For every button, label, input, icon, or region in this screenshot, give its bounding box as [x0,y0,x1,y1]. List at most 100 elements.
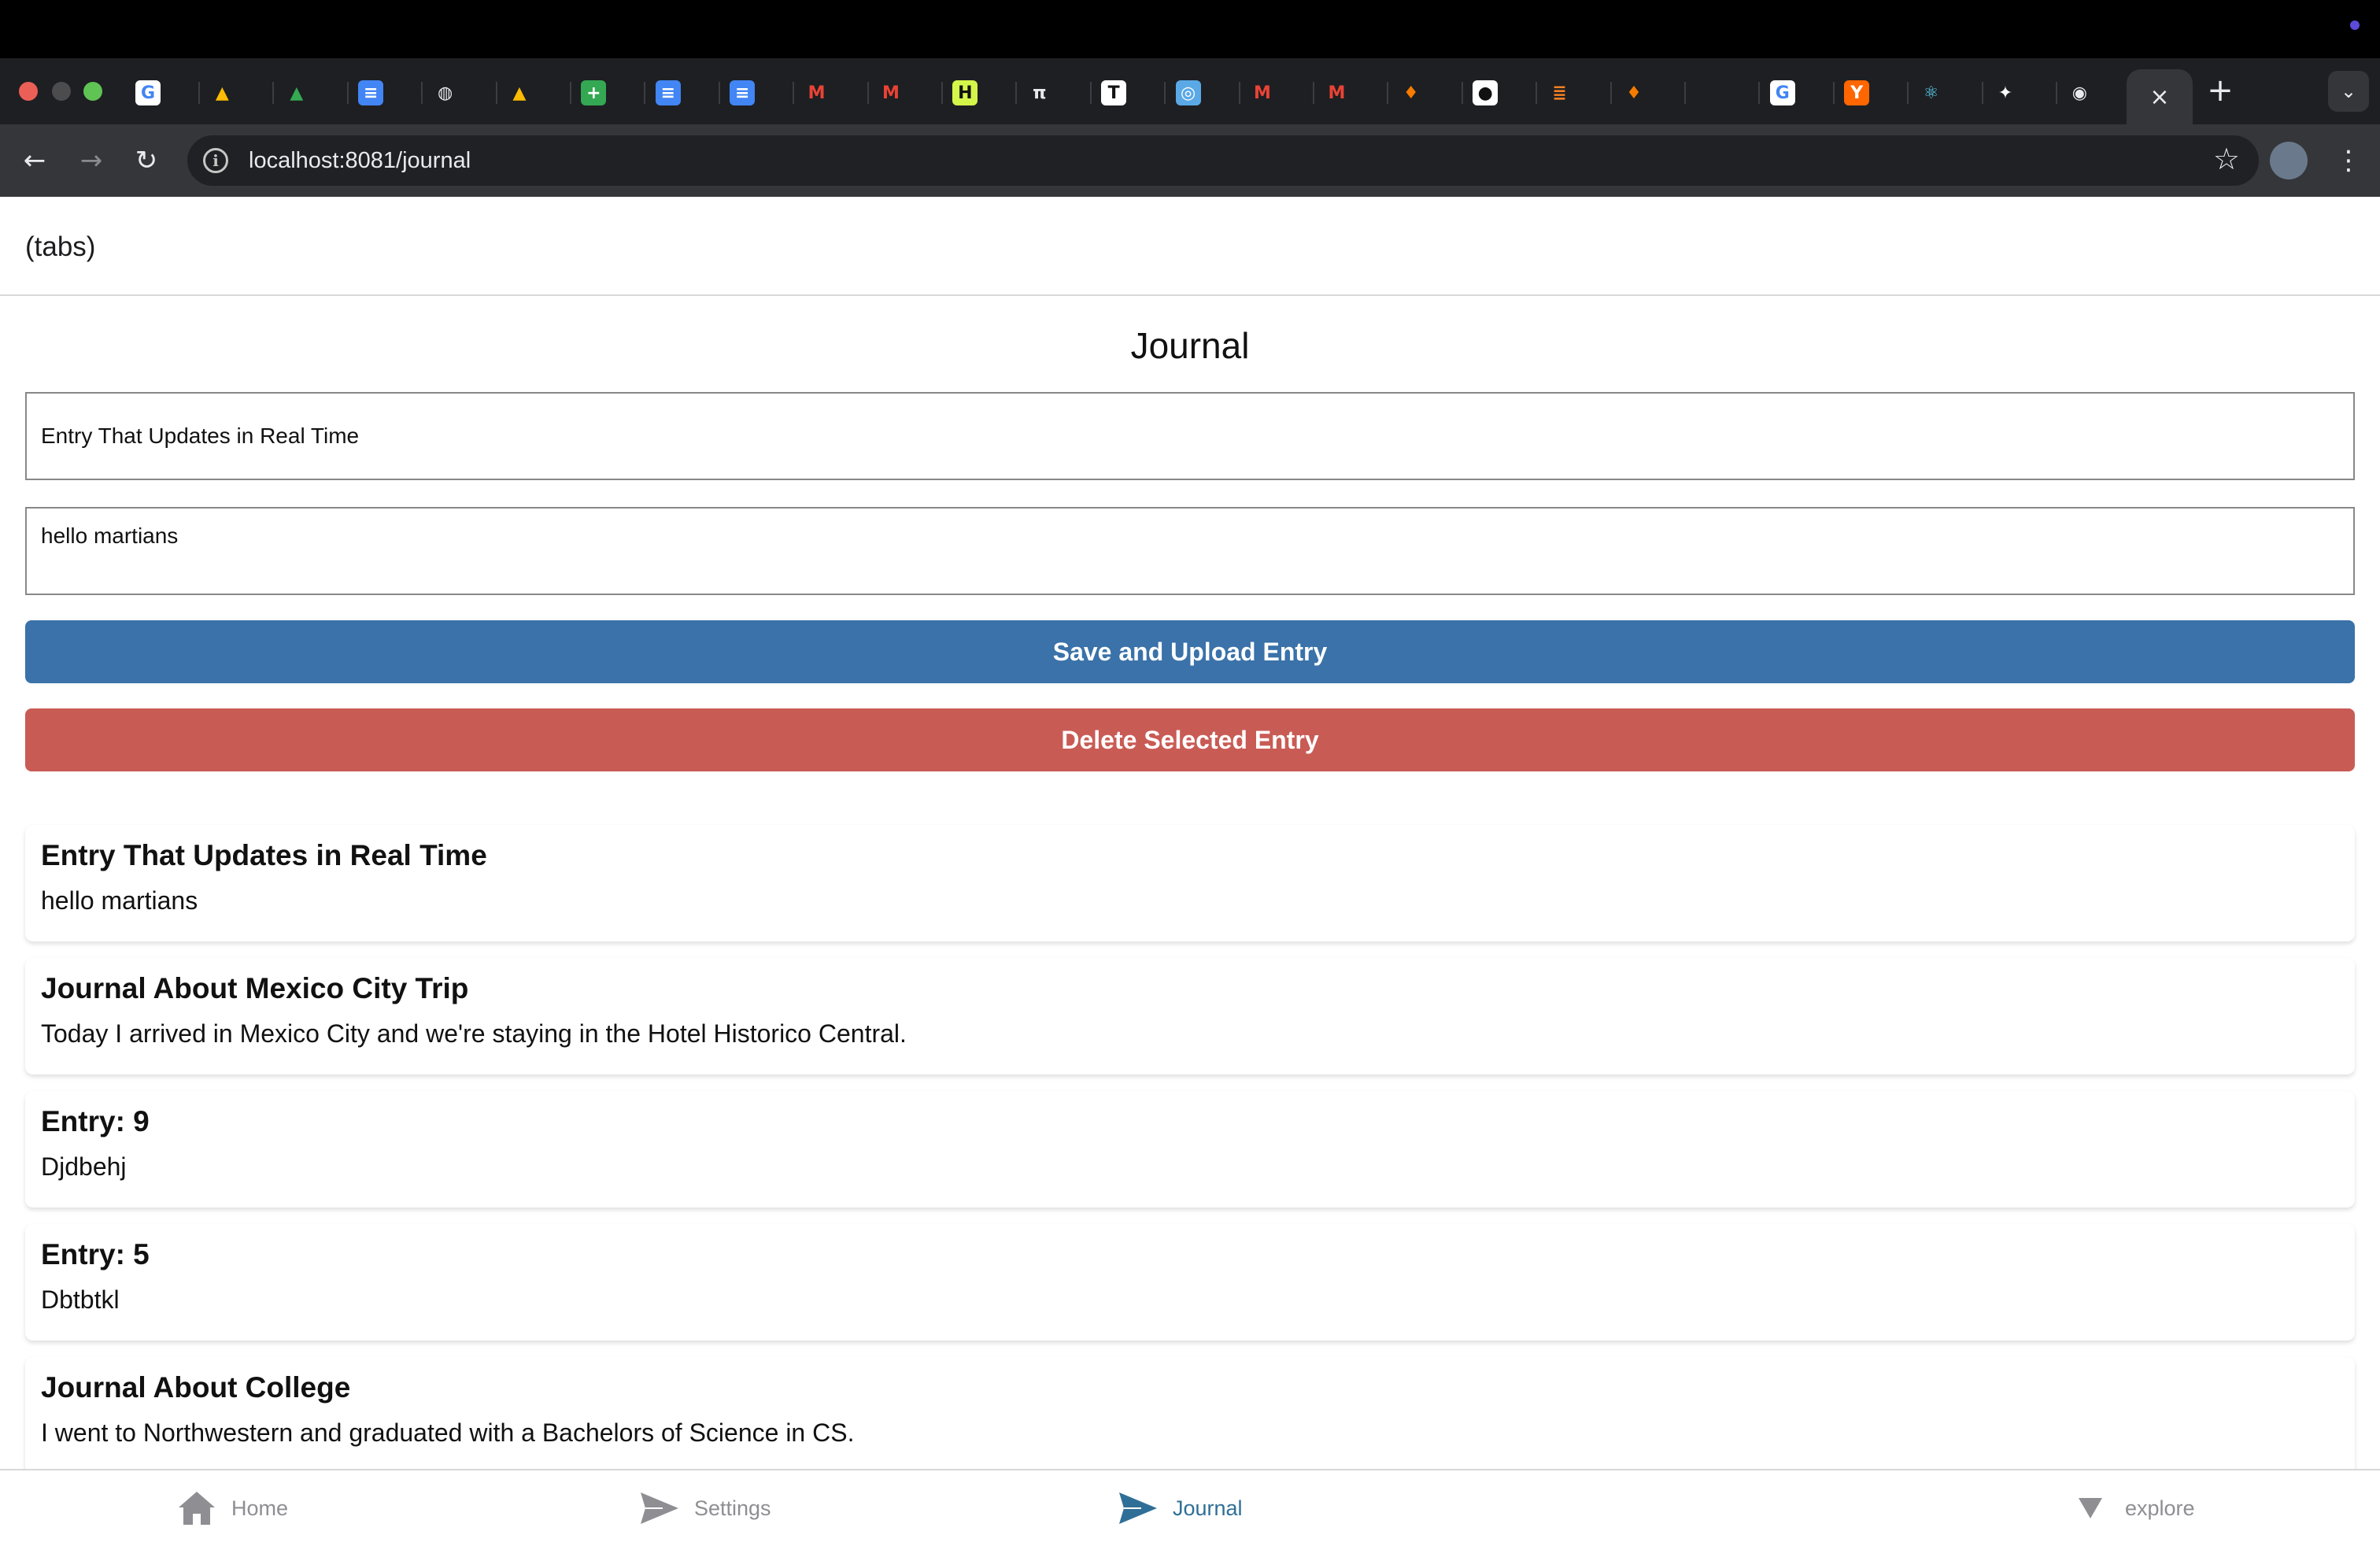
browser-tab[interactable]: ◍ [423,69,497,117]
browser-tab[interactable]: ≣ [1538,69,1612,117]
browser-tab[interactable]: ✦ [1983,69,2057,117]
entry-card-title: Entry: 9 [41,1105,150,1137]
browser-tab[interactable] [1686,69,1761,117]
browser-tab[interactable]: ♦ [1389,69,1463,117]
browser-tab[interactable]: ≡ [720,69,795,117]
entry-title-input[interactable] [27,394,2353,479]
gmail-icon: M [804,80,830,105]
tab-search-button[interactable]: ⌄ [2328,71,2369,112]
entry-card-title: Entry: 5 [41,1238,150,1270]
browser-tab-active[interactable]: × [2127,69,2193,124]
browser-tab[interactable]: Y [1835,69,1909,117]
entry-card[interactable]: Entry: 9 Djdbehj [25,1091,2355,1208]
browser-tab[interactable]: ◉ [2057,69,2132,117]
tab-explore[interactable]: explore [2070,1485,2195,1532]
google-icon: G [135,80,161,105]
drive-icon: ▲ [507,80,532,105]
minimize-window-button[interactable] [52,82,71,101]
entry-card[interactable]: Entry: 5 Dbtbtkl [25,1224,2355,1341]
docs-icon: ≡ [730,80,756,105]
browser-tab[interactable]: ▲ [275,69,349,117]
system-top-bar [0,0,2380,58]
gmail-icon: M [1250,80,1275,105]
browser-tab[interactable]: M [1240,69,1314,117]
browser-tab[interactable]: M [869,69,943,117]
browser-tab[interactable]: M [795,69,869,117]
entry-card-body: Djdbehj [41,1152,127,1181]
sheets-icon: + [581,80,607,105]
tab-journal[interactable]: Journal [1118,1485,1243,1532]
entry-body-field[interactable]: hello martians [25,507,2355,595]
browser-tab[interactable]: ≡ [646,69,720,117]
h-icon: H [952,80,978,105]
browser-tab[interactable]: ⚛ [1909,69,1983,117]
tab-journal-label: Journal [1173,1496,1243,1520]
browser-menu-button[interactable]: ⋮ [2328,140,2369,181]
gmail-icon: M [1324,80,1350,105]
close-window-button[interactable] [19,82,38,101]
header-title: (tabs) [25,231,96,262]
browser-tab[interactable]: T [1092,69,1166,117]
address-bar[interactable]: i localhost:8081/journal ☆ [187,135,2259,186]
status-dot [2350,20,2360,30]
browser-toolbar: ← → ↻ i localhost:8081/journal ☆ ⋮ [0,124,2380,197]
browser-tab[interactable]: ◎ [1166,69,1240,117]
tab-home-label: Home [231,1496,289,1520]
entry-card[interactable]: Journal About College I went to Northwes… [25,1357,2355,1469]
maximize-window-button[interactable] [83,82,102,101]
globe-icon: ◍ [432,80,458,105]
reload-button[interactable]: ↻ [126,140,167,181]
entry-card-title: Entry That Updates in Real Time [41,839,487,871]
page-title: Journal [1130,325,1250,366]
fire-icon: ♦ [1398,80,1424,105]
site-info-icon[interactable]: i [203,148,228,173]
fire-icon: ♦ [1621,80,1646,105]
tab-home[interactable]: Home [176,1485,288,1532]
new-tab-button[interactable]: + [2201,71,2240,110]
journal-screen: Journal hello martians Save and Upload E… [0,296,2380,1469]
t-icon: T [1101,80,1127,105]
save-upload-button[interactable]: Save and Upload Entry [25,620,2355,683]
tab-settings-label: Settings [694,1496,771,1520]
browser-tab[interactable]: + [571,69,646,117]
entry-card[interactable]: Entry That Updates in Real Time hello ma… [25,825,2355,941]
forward-button[interactable]: → [71,140,112,181]
browser-tab[interactable]: G [126,69,200,117]
figma-icon: ✦ [1993,80,2018,105]
pi-icon: π [1026,80,1052,105]
browser-tab[interactable]: π [1018,69,1092,117]
delete-entry-button[interactable]: Delete Selected Entry [25,708,2355,771]
address-url[interactable]: localhost:8081/journal [249,146,471,175]
entry-card-title: Journal About College [41,1371,351,1404]
docs-icon: ≡ [655,80,681,105]
entry-card-body: Today I arrived in Mexico City and we're… [41,1019,907,1048]
bookmark-star-icon[interactable]: ☆ [2213,142,2240,176]
drive-icon: ▲ [209,80,235,105]
react-icon: ⚛ [1918,80,1944,105]
browser-tab[interactable]: G [1761,69,1835,117]
entry-title-field[interactable] [25,392,2355,480]
ycombinator-icon: Y [1844,80,1870,105]
close-tab-icon[interactable]: × [2149,83,2169,111]
send-icon [639,1488,680,1529]
circle-icon: ◎ [1175,80,1201,105]
entry-card-title: Journal About Mexico City Trip [41,972,469,1004]
entries-list: Entry That Updates in Real Time hello ma… [25,825,2355,1469]
entry-card-body: hello martians [41,886,198,915]
google-icon: G [1769,80,1795,105]
browser-tab[interactable]: ♦ [1612,69,1686,117]
profile-avatar[interactable] [2270,142,2308,179]
back-button[interactable]: ← [14,140,55,181]
docs-icon: ≡ [358,80,384,105]
entry-body-input[interactable]: hello martians [27,509,2353,594]
browser-tab[interactable]: ▲ [497,69,571,117]
browser-tab[interactable]: ≡ [349,69,423,117]
browser-tab[interactable]: ● [1463,69,1538,117]
tab-settings[interactable]: Settings [639,1485,771,1532]
browser-tab-strip: G ▲ ▲ ≡ ◍ ▲ + ≡ ≡ M M Hπ T ◎ M M ♦ ● ≣ ♦ G Y ⚛ ✦ ◉ × [0,58,2380,124]
browser-tab[interactable]: ▲ [200,69,275,117]
browser-tab[interactable]: M [1314,69,1389,117]
send-icon [1118,1488,1159,1529]
browser-tab[interactable]: H [943,69,1018,117]
entry-card[interactable]: Journal About Mexico City Trip Today I a… [25,958,2355,1074]
